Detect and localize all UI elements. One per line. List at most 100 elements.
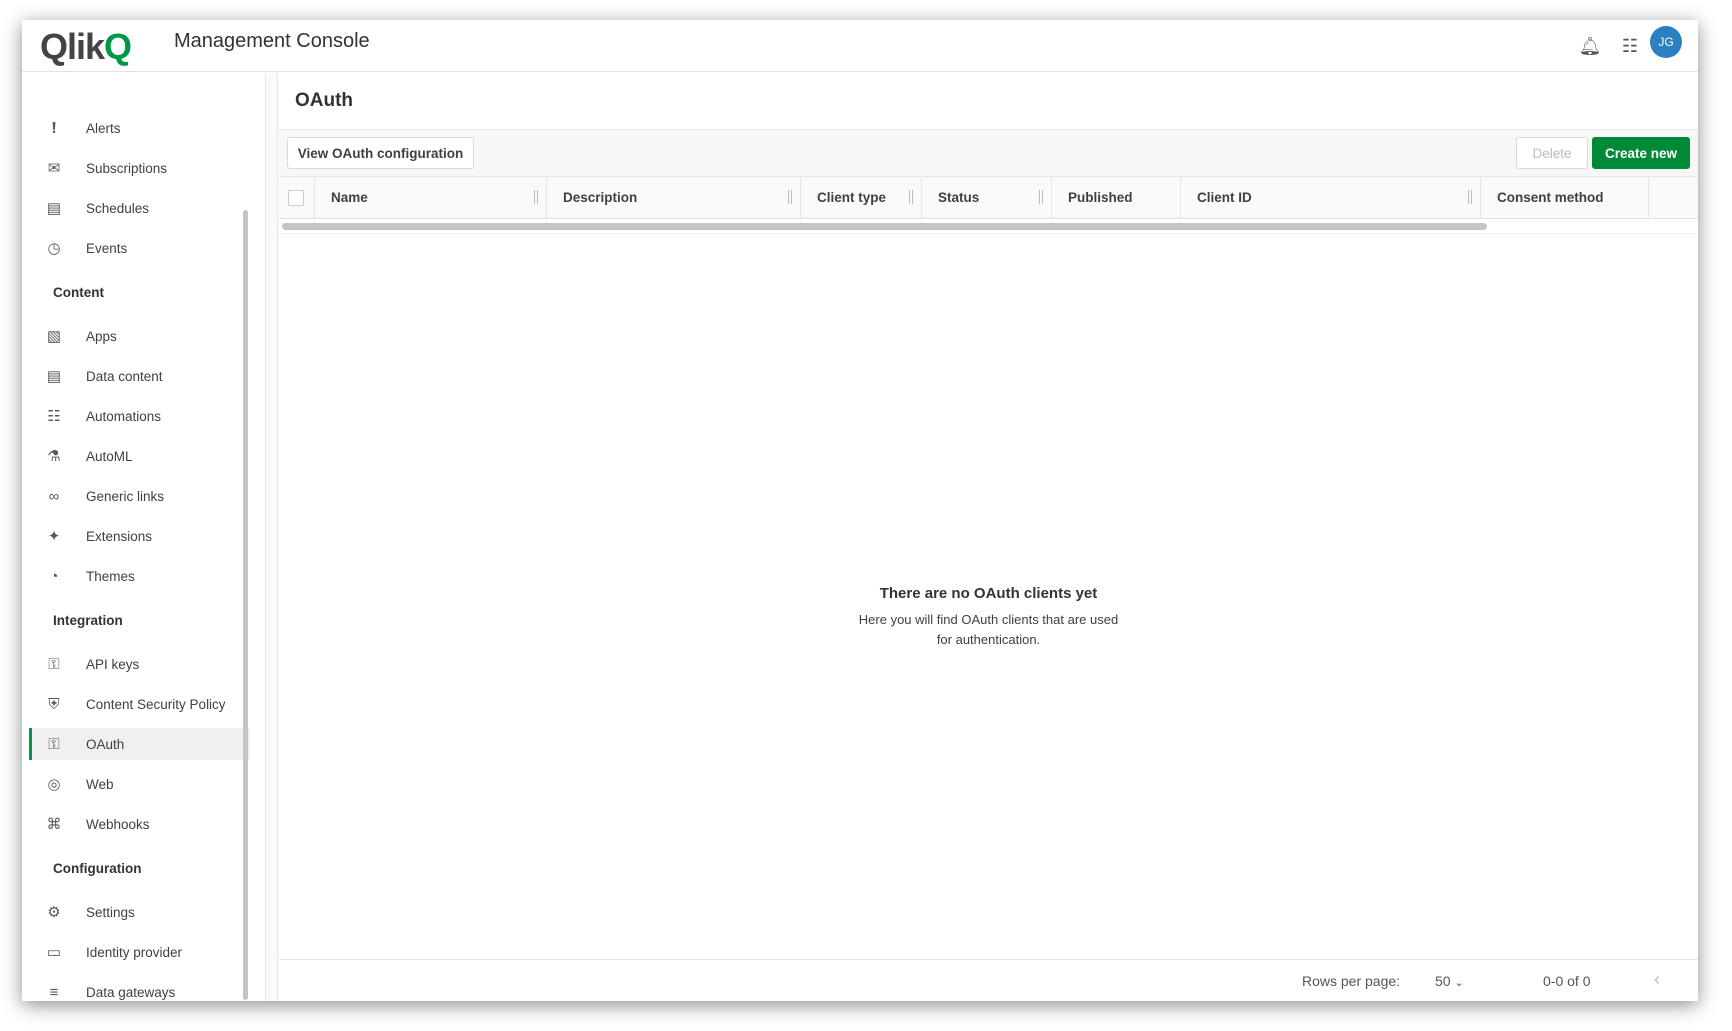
link-icon: ∞ [48, 487, 60, 505]
puzzle-icon: ✦ [47, 528, 61, 545]
clock-icon: ◷ [47, 240, 61, 257]
sidebar-item-data-content[interactable]: ▤ Data content [30, 360, 250, 392]
main-content: OAuth View OAuth configuration Delete Cr… [279, 73, 1698, 1001]
gear-icon: ⚙︎ [47, 904, 61, 921]
sidebar-item-subscriptions[interactable]: ✉︎ Subscriptions [30, 152, 250, 184]
section-content: Content [53, 285, 104, 300]
shield-icon: ⛨ [48, 695, 60, 713]
webhook-icon: ⌘ [46, 816, 62, 833]
sidebar-item-label: Automations [86, 408, 162, 424]
avatar[interactable]: JG [1650, 26, 1682, 58]
column-header-status[interactable]: Status [922, 177, 1052, 218]
column-header-client-id[interactable]: Client ID [1181, 177, 1481, 218]
sidebar-item-settings[interactable]: ⚙︎ Settings [30, 896, 250, 928]
column-header-description[interactable]: Description [547, 177, 801, 218]
previous-page-button[interactable]: ‹ [1654, 969, 1660, 990]
top-bar: QlikQ Management Console 🔔︎ ☷ JG [22, 20, 1698, 72]
app-title: Management Console [174, 30, 370, 52]
globe-icon: ◎ [47, 776, 61, 793]
sidebar-item-identity-provider[interactable]: ▭ Identity provider [30, 936, 250, 968]
automation-icon: ☷ [47, 408, 61, 425]
column-header-client-type[interactable]: Client type [801, 177, 922, 218]
sidebar-item-data-gateways[interactable]: ≡ Data gateways [30, 976, 250, 1001]
sidebar-item-label: Content Security Policy [86, 696, 226, 712]
empty-state-text: Here you will find OAuth clients that ar… [858, 612, 1119, 647]
sidebar-item-events[interactable]: ◷ Events [30, 232, 250, 264]
column-label: Consent method [1497, 190, 1604, 205]
toolbar: View OAuth configuration Delete Create n… [279, 129, 1698, 177]
sidebar-item-generic-links[interactable]: ∞ Generic links [30, 480, 250, 512]
resize-handle[interactable] [1468, 190, 1472, 204]
sidebar-item-label: OAuth [86, 736, 125, 752]
column-header-name[interactable]: Name [315, 177, 547, 218]
resize-handle[interactable] [534, 190, 538, 204]
sidebar-item-label: Alerts [86, 120, 121, 136]
section-configuration: Configuration [53, 861, 142, 876]
sidebar-item-label: Web [86, 776, 114, 792]
sidebar-item-content-security-policy[interactable]: ⛨ Content Security Policy [30, 688, 250, 720]
table-header: Name Description Client type Status Publishe… [279, 177, 1698, 219]
create-new-button[interactable]: Create new [1592, 137, 1690, 169]
sidebar-item-label: Apps [86, 328, 117, 344]
select-all-checkbox[interactable] [288, 189, 304, 206]
horizontal-scrollbar[interactable] [282, 223, 1487, 230]
sidebar-item-label: Webhooks [86, 816, 150, 832]
column-label: Name [331, 190, 368, 205]
sidebar-item-label: AutoML [86, 448, 133, 464]
sidebar-item-label: Settings [86, 904, 135, 920]
column-label: Published [1068, 190, 1133, 205]
app-window: QlikQ Management Console 🔔︎ ☷ JG ❗︎ Alert… [22, 20, 1698, 1001]
resize-handle[interactable] [909, 190, 913, 204]
view-oauth-configuration-button[interactable]: View OAuth configuration [287, 137, 474, 169]
sidebar-item-label: Events [86, 240, 128, 256]
flask-icon: ⚗︎ [47, 448, 61, 465]
sidebar-item-automations[interactable]: ☷ Automations [30, 400, 250, 432]
rows-per-page-label: Rows per page: [1302, 973, 1401, 989]
sidebar-item-label: API keys [86, 656, 140, 672]
sidebar-item-apps[interactable]: ▧ Apps [30, 320, 250, 352]
divider [279, 233, 1698, 234]
apps-grid-icon[interactable]: ☷ [1616, 32, 1644, 60]
palette-icon: ◔ [49, 567, 59, 585]
sidebar-item-alerts[interactable]: ❗︎ Alerts [30, 112, 250, 144]
sidebar-item-label: Extensions [86, 528, 153, 544]
next-page-button[interactable]: › [1697, 969, 1698, 990]
calendar-clock-icon: ▤ [46, 200, 62, 217]
resize-handle[interactable] [1039, 190, 1043, 204]
sidebar-item-label: Themes [86, 568, 135, 584]
resize-handle[interactable] [788, 190, 792, 204]
pagination-footer: Rows per page: 50 ⌄ 0-0 of 0 ‹ › [279, 959, 1698, 1001]
chart-icon: ▧ [46, 328, 62, 345]
sidebar-item-oauth[interactable]: ⚿ OAuth [29, 728, 250, 760]
envelope-icon: ✉︎ [47, 160, 61, 177]
sidebar-item-api-keys[interactable]: ⚿ API keys [30, 648, 250, 680]
sidebar-item-label: Data content [86, 368, 163, 384]
column-header-consent-method[interactable]: Consent method [1481, 177, 1649, 218]
chevron-down-icon: ⌄ [1454, 977, 1464, 989]
sidebar-item-label: Subscriptions [86, 160, 168, 176]
gateway-icon: ≡ [49, 983, 59, 1001]
rows-per-page-value: 50 [1435, 973, 1451, 989]
sidebar-scrollbar[interactable] [243, 210, 248, 1000]
sidebar-item-themes[interactable]: ◔ Themes [30, 560, 250, 592]
delete-button[interactable]: Delete [1516, 137, 1588, 169]
sidebar-item-label: Schedules [86, 200, 150, 216]
sidebar-item-label: Identity provider [86, 944, 183, 960]
empty-state-title: There are no OAuth clients yet [879, 585, 1098, 602]
sidebar-scroll-track [265, 73, 278, 1001]
column-label: Client type [817, 190, 887, 205]
column-header-published[interactable]: Published [1052, 177, 1181, 218]
sidebar-item-schedules[interactable]: ▤ Schedules [30, 192, 250, 224]
page-range: 0-0 of 0 [1543, 973, 1591, 989]
sidebar-item-web[interactable]: ◎ Web [30, 768, 250, 800]
bell-icon[interactable]: 🔔︎ [1576, 32, 1604, 60]
sidebar-item-automl[interactable]: ⚗︎ AutoML [30, 440, 250, 472]
rows-per-page-select[interactable]: 50 ⌄ [1435, 973, 1464, 989]
sidebar-item-webhooks[interactable]: ⌘ Webhooks [30, 808, 250, 840]
section-integration: Integration [53, 613, 123, 628]
alert-icon: ❗︎ [51, 119, 57, 137]
key-icon: ⚿ [48, 735, 60, 753]
sidebar-item-extensions[interactable]: ✦ Extensions [30, 520, 250, 552]
qlik-logo[interactable]: QlikQ [40, 26, 132, 68]
empty-state: There are no OAuth clients yet Here you … [279, 585, 1698, 650]
